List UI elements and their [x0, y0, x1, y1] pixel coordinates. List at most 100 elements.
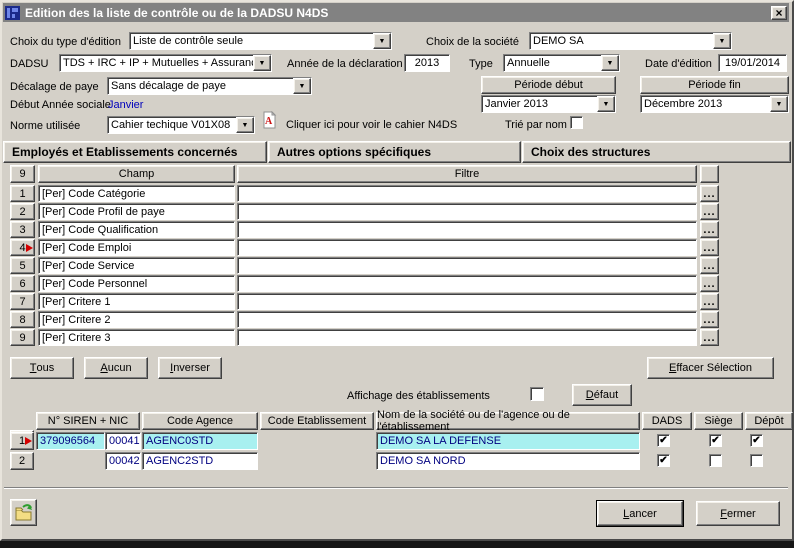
filter-picker-button[interactable]: ...: [700, 257, 719, 274]
etab-header-siege[interactable]: Siège: [694, 412, 743, 430]
date-edition-input[interactable]: [718, 54, 787, 72]
nom-cell[interactable]: DEMO SA NORD: [376, 452, 640, 470]
periode-debut-button[interactable]: Période début: [481, 76, 616, 94]
filtre-cell[interactable]: [237, 329, 697, 346]
champ-cell[interactable]: [Per] Critere 1: [38, 293, 235, 310]
tab-autres-options[interactable]: Autres options spécifiques: [268, 141, 521, 163]
champ-cell[interactable]: [Per] Critere 3: [38, 329, 235, 346]
row-number-button[interactable]: 1: [10, 185, 35, 202]
nic-cell[interactable]: 00041: [105, 432, 141, 450]
chevron-down-icon[interactable]: ▼: [373, 33, 391, 49]
nic-cell[interactable]: 00042: [105, 452, 141, 470]
etab-header-etablissement[interactable]: Code Etablissement: [260, 412, 374, 430]
row-number-button[interactable]: 3: [10, 221, 35, 238]
champ-cell[interactable]: [Per] Code Service: [38, 257, 235, 274]
tab-employes-etablissements[interactable]: Employés et Etablissements concernés: [3, 141, 267, 163]
etab-header-agence[interactable]: Code Agence: [142, 412, 258, 430]
row-number-button[interactable]: 4: [10, 239, 35, 256]
aucun-button[interactable]: Aucun: [84, 357, 148, 379]
filter-picker-button[interactable]: ...: [700, 203, 719, 220]
annee-label: Année de la déclaration: [287, 58, 403, 70]
row-number-button[interactable]: 2: [10, 452, 34, 470]
effacer-selection-button[interactable]: Effacer Sélection: [647, 357, 774, 379]
filtre-cell[interactable]: [237, 239, 697, 256]
filtre-cell[interactable]: [237, 221, 697, 238]
type-combobox[interactable]: Annuelle ▼: [503, 54, 620, 72]
export-button[interactable]: [10, 499, 37, 526]
filtre-cell[interactable]: [237, 311, 697, 328]
champ-cell[interactable]: [Per] Code Personnel: [38, 275, 235, 292]
row-number-button[interactable]: 7: [10, 293, 35, 310]
close-icon[interactable]: ×: [771, 6, 787, 20]
filter-picker-button[interactable]: ...: [700, 221, 719, 238]
filter-picker-button[interactable]: ...: [700, 329, 719, 346]
chevron-down-icon[interactable]: ▼: [236, 117, 254, 133]
societe-combobox[interactable]: DEMO SA ▼: [529, 32, 732, 50]
titlebar[interactable]: Edition des la liste de contrôle ou de l…: [3, 3, 789, 22]
filter-table-header-filtre[interactable]: Filtre: [237, 165, 697, 183]
trie-par-nom-checkbox[interactable]: [570, 116, 583, 129]
chevron-down-icon[interactable]: ▼: [770, 96, 788, 112]
dadsu-combobox[interactable]: TDS + IRC + IP + Mutuelles + Assuranc ▼: [59, 54, 272, 72]
filtre-cell[interactable]: [237, 275, 697, 292]
pdf-icon[interactable]: A: [261, 111, 278, 129]
annee-input[interactable]: [404, 54, 450, 72]
siege-checkbox[interactable]: [709, 454, 722, 467]
type-edition-combobox[interactable]: Liste de contrôle seule ▼: [129, 32, 392, 50]
defaut-button[interactable]: Défaut: [572, 384, 632, 406]
norme-combobox[interactable]: Cahier techique V01X08 ▼: [107, 116, 255, 134]
periode-fin-button[interactable]: Période fin: [640, 76, 789, 94]
siege-checkbox[interactable]: ✔: [709, 434, 722, 447]
champ-cell[interactable]: [Per] Code Profil de paye: [38, 203, 235, 220]
row-number-button[interactable]: 8: [10, 311, 35, 328]
etab-header-nom[interactable]: Nom de la société ou de l'agence ou de l…: [376, 412, 640, 430]
debut-annee-sociale-value[interactable]: Janvier: [108, 99, 143, 111]
filtre-cell[interactable]: [237, 257, 697, 274]
depot-checkbox[interactable]: ✔: [750, 434, 763, 447]
filtre-cell[interactable]: [237, 293, 697, 310]
champ-cell[interactable]: [Per] Code Qualification: [38, 221, 235, 238]
filtre-cell[interactable]: [237, 185, 697, 202]
decalage-combobox[interactable]: Sans décalage de paye ▼: [107, 77, 312, 95]
filter-table-header-champ[interactable]: Champ: [38, 165, 235, 183]
filtre-cell[interactable]: [237, 203, 697, 220]
cahier-n4ds-link[interactable]: Cliquer ici pour voir le cahier N4DS: [286, 119, 457, 131]
filter-picker-button[interactable]: ...: [700, 239, 719, 256]
code-agence-cell[interactable]: AGENC2STD: [142, 452, 258, 470]
fermer-button[interactable]: Fermer: [696, 501, 780, 526]
depot-checkbox[interactable]: [750, 454, 763, 467]
inverser-button[interactable]: Inverser: [158, 357, 222, 379]
lancer-button[interactable]: Lancer: [596, 500, 684, 527]
dads-checkbox[interactable]: ✔: [657, 454, 670, 467]
chevron-down-icon[interactable]: ▼: [713, 33, 731, 49]
etab-header-siren[interactable]: N° SIREN + NIC: [36, 412, 140, 430]
chevron-down-icon[interactable]: ▼: [601, 55, 619, 71]
decalage-label: Décalage de paye: [10, 81, 99, 93]
filter-picker-button[interactable]: ...: [700, 293, 719, 310]
filter-picker-button[interactable]: ...: [700, 275, 719, 292]
tous-button[interactable]: Tous: [10, 357, 74, 379]
siren-cell[interactable]: 379096564: [36, 432, 105, 450]
champ-cell[interactable]: [Per] Code Emploi: [38, 239, 235, 256]
etab-header-depot[interactable]: Dépôt: [745, 412, 793, 430]
periode-debut-combobox[interactable]: Janvier 2013 ▼: [481, 95, 616, 113]
tab-choix-structures[interactable]: Choix des structures: [522, 141, 791, 163]
chevron-down-icon[interactable]: ▼: [253, 55, 271, 71]
filter-picker-button[interactable]: ...: [700, 185, 719, 202]
row-number-button[interactable]: 1: [10, 432, 34, 450]
code-agence-cell[interactable]: AGENC0STD: [142, 432, 258, 450]
chevron-down-icon[interactable]: ▼: [597, 96, 615, 112]
dads-checkbox[interactable]: ✔: [657, 434, 670, 447]
filter-picker-button[interactable]: ...: [700, 311, 719, 328]
nom-cell[interactable]: DEMO SA LA DEFENSE: [376, 432, 640, 450]
row-number-button[interactable]: 5: [10, 257, 35, 274]
row-number-button[interactable]: 9: [10, 329, 35, 346]
affichage-etablissements-checkbox[interactable]: [530, 387, 544, 401]
row-number-button[interactable]: 2: [10, 203, 35, 220]
champ-cell[interactable]: [Per] Critere 2: [38, 311, 235, 328]
chevron-down-icon[interactable]: ▼: [293, 78, 311, 94]
champ-cell[interactable]: [Per] Code Catégorie: [38, 185, 235, 202]
etab-header-dads[interactable]: DADS: [642, 412, 692, 430]
periode-fin-combobox[interactable]: Décembre 2013 ▼: [640, 95, 789, 113]
row-number-button[interactable]: 6: [10, 275, 35, 292]
